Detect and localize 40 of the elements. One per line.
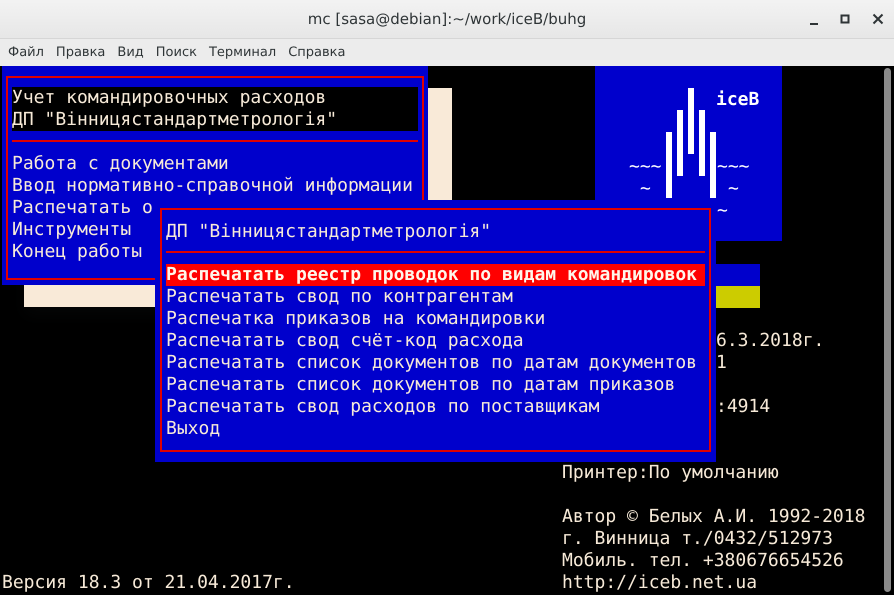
- menu-option[interactable]: Распечатать свод по контрагентам: [166, 286, 705, 308]
- wave-mark: ~: [640, 178, 651, 199]
- wave-mark: ~~~: [629, 156, 662, 177]
- logo-text: iceB: [716, 89, 760, 110]
- menu-item[interactable]: Правка: [50, 42, 112, 62]
- menu-option[interactable]: Распечатать свод счёт-код расхода: [166, 330, 705, 352]
- menu-item[interactable]: Вид: [111, 42, 150, 62]
- menu-item[interactable]: Файл: [2, 42, 50, 62]
- hidden-window-edge: [716, 286, 760, 308]
- menu-option[interactable]: Работа с документами: [12, 153, 418, 175]
- close-icon: [872, 13, 884, 25]
- wave-mark: ~~~: [717, 156, 750, 177]
- terminal-text: г. Винница т./0432/512973: [562, 528, 833, 550]
- menu-option[interactable]: Выход: [166, 418, 705, 440]
- window-heading: Учет командировочных расходов: [12, 87, 328, 109]
- minimize-icon: [810, 23, 818, 25]
- wave-mark: ~: [728, 178, 739, 199]
- menu-option[interactable]: Распечатать реестр проводок по видам командировок: [166, 264, 705, 286]
- terminal-text: :4914: [716, 396, 770, 418]
- menu-item[interactable]: Справка: [282, 42, 352, 62]
- terminal-text: Версия 18.3 от 21.04.2017г.: [2, 572, 295, 594]
- terminal-text: Автор © Белых А.И. 1992-2018: [562, 506, 866, 528]
- maximize-icon: [840, 14, 850, 24]
- scrollbar-thumb[interactable]: [884, 68, 891, 592]
- wave-mark: ~: [717, 200, 728, 221]
- menu-option[interactable]: Ввод нормативно-справочной информации: [12, 175, 418, 197]
- menu-option[interactable]: Распечатать список документов по датам приказов: [166, 374, 705, 396]
- terminal-text: 6.3.2018г.: [716, 330, 824, 352]
- window-heading: ДП "Вінницястандартметрологія": [12, 109, 338, 131]
- menu-option[interactable]: Распечатать список документов по датам документов: [166, 352, 705, 374]
- terminal-text: Принтер:По умолчанию: [562, 462, 779, 484]
- terminal-text: http://iceb.net.ua: [562, 572, 758, 594]
- menu-item[interactable]: Терминал: [202, 42, 282, 62]
- menu-option[interactable]: Распечатка приказов на командировки: [166, 308, 705, 330]
- terminal-text: 1: [716, 352, 727, 374]
- menu-item[interactable]: Поиск: [150, 42, 203, 62]
- window-title: mc [sasa@debian]:~/work/iceB/buhg: [308, 8, 586, 30]
- terminal-text: Мобиль. тел. +380676654526: [562, 550, 844, 572]
- menu-option[interactable]: Распечатать свод расходов по поставщикам: [166, 396, 705, 418]
- dialog-title: ДП "Вінницястандартметрологія": [166, 221, 492, 243]
